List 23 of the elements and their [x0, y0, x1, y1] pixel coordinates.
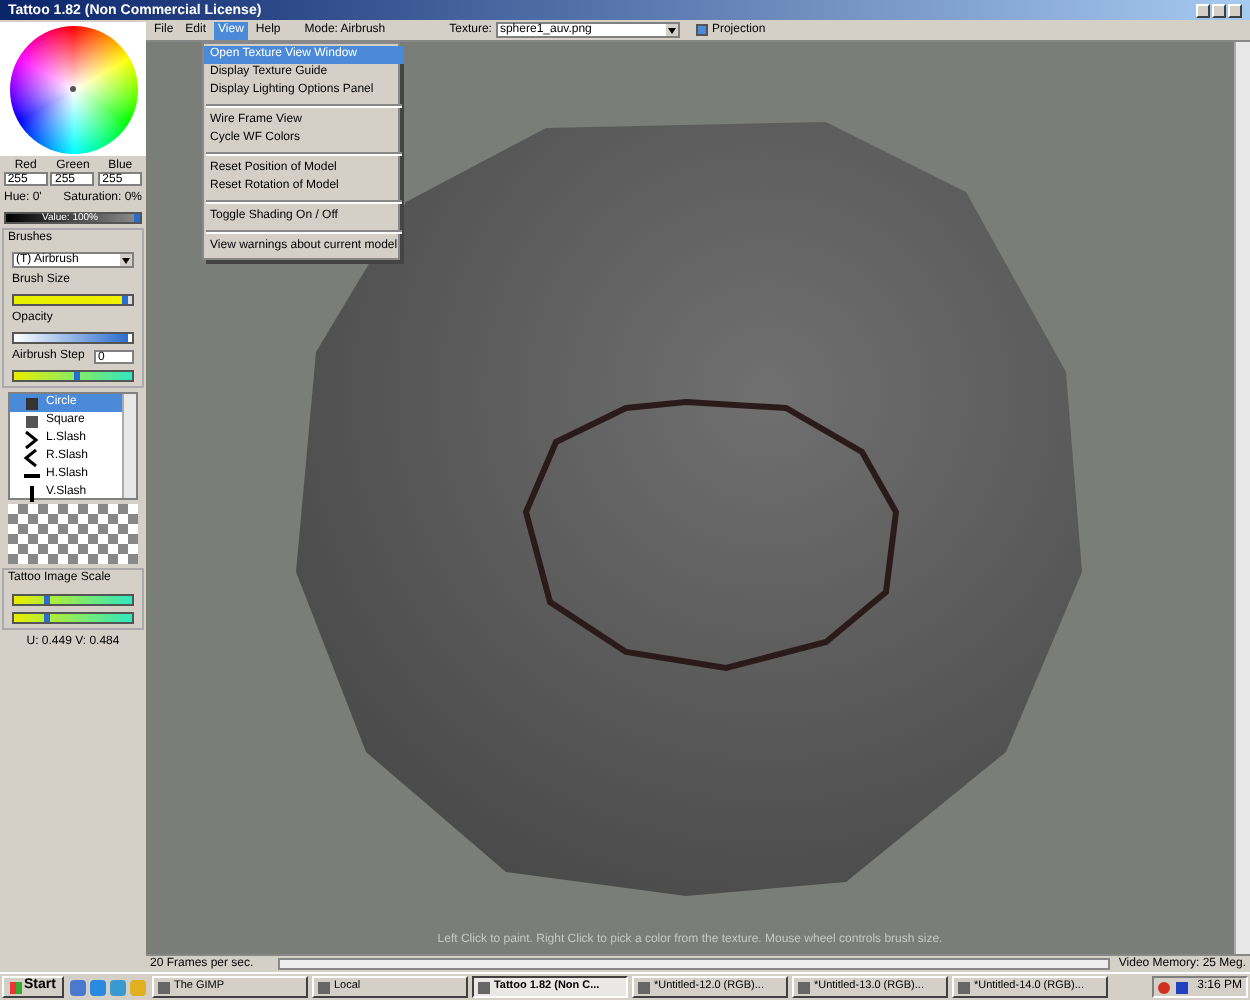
color-picker-icon[interactable]: [70, 86, 76, 92]
scrollbar[interactable]: [122, 394, 136, 498]
windows-logo-icon: [10, 981, 22, 993]
app-icon: [157, 981, 170, 993]
minimize-button[interactable]: [1196, 3, 1210, 17]
app-icon: [317, 981, 330, 993]
close-button[interactable]: [1228, 3, 1242, 17]
slider-fill[interactable]: [14, 296, 128, 304]
app-icon: [957, 981, 970, 993]
app-icon: [637, 981, 650, 993]
projection-checkbox[interactable]: [695, 24, 708, 36]
brush-preview: [8, 504, 138, 564]
slider-thumb[interactable]: [43, 596, 50, 604]
app-icon: [477, 981, 490, 993]
dropdown-caret-icon: [120, 254, 132, 266]
restore-button[interactable]: [1212, 3, 1226, 17]
dropdown-caret-icon: [665, 24, 678, 36]
vertical-scrollbar[interactable]: [1234, 42, 1250, 954]
opacity-fill[interactable]: [14, 334, 128, 342]
slider-thumb[interactable]: [43, 614, 50, 622]
horizontal-scrollbar[interactable]: [278, 958, 1111, 970]
app-icon: [797, 981, 810, 993]
slider-thumb[interactable]: [73, 372, 79, 380]
